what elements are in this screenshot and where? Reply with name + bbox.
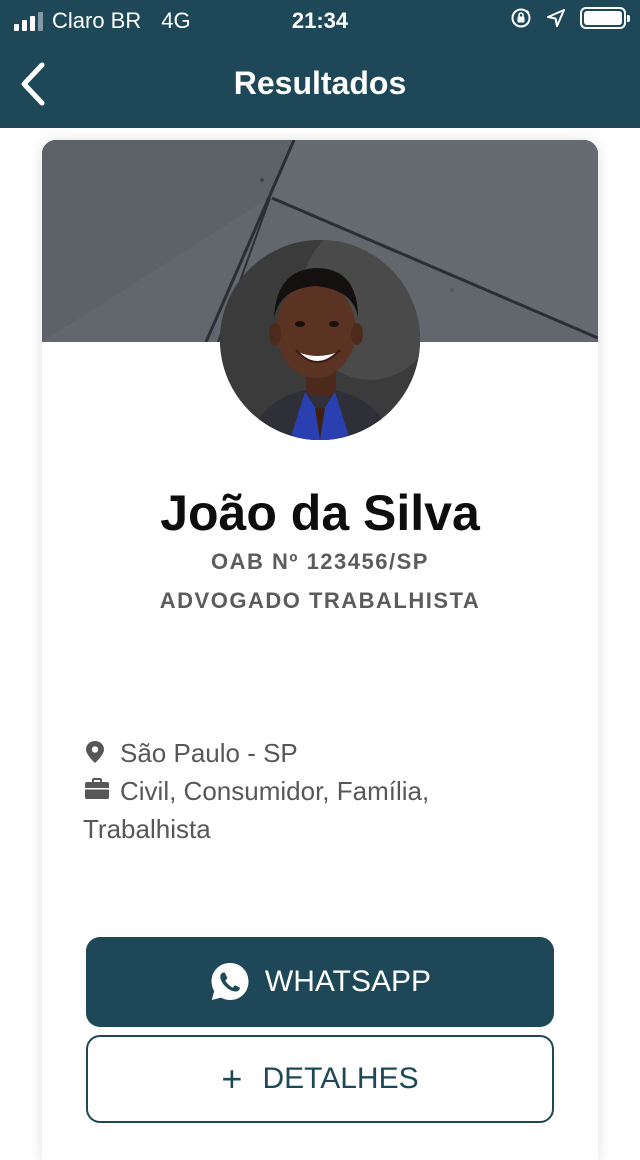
practice-areas-row: Civil, Consumidor, Família,: [83, 772, 503, 810]
avatar: [220, 240, 420, 440]
oab-number: OAB Nº 123456/SP: [211, 549, 429, 574]
location-pin-icon: [86, 741, 104, 763]
status-right: [510, 7, 630, 29]
status-bar: Claro BR 4G 21:34: [0, 0, 640, 40]
nav-bar: Resultados: [0, 40, 640, 128]
location-text: São Paulo - SP: [120, 738, 298, 768]
whatsapp-icon: [209, 961, 251, 1003]
plus-icon: +: [221, 1058, 243, 1099]
page-title: Resultados: [233, 65, 407, 101]
lawyer-specialty: ADVOGADO TRABALHISTA: [159, 588, 481, 613]
lawyer-card: João da Silva OAB Nº 123456/SP ADVOGADO …: [42, 140, 598, 1160]
location-arrow-icon: [547, 9, 565, 27]
orientation-lock-icon: [511, 8, 531, 28]
briefcase-icon: [85, 778, 109, 799]
details-button[interactable]: + DETALHES: [86, 1035, 554, 1123]
whatsapp-label: WHATSAPP: [264, 965, 432, 998]
lawyer-info: São Paulo - SP Civil, Consumidor, Famíli…: [83, 734, 503, 848]
practice-areas-text: Civil, Consumidor, Família,: [120, 776, 430, 806]
whatsapp-button[interactable]: WHATSAPP: [86, 937, 554, 1027]
details-label: DETALHES: [262, 1062, 419, 1095]
location-row: São Paulo - SP: [83, 734, 503, 772]
battery-icon: [580, 7, 630, 29]
practice-areas-continued: Trabalhista: [83, 814, 211, 844]
lawyer-name: João da Silva: [160, 485, 480, 541]
